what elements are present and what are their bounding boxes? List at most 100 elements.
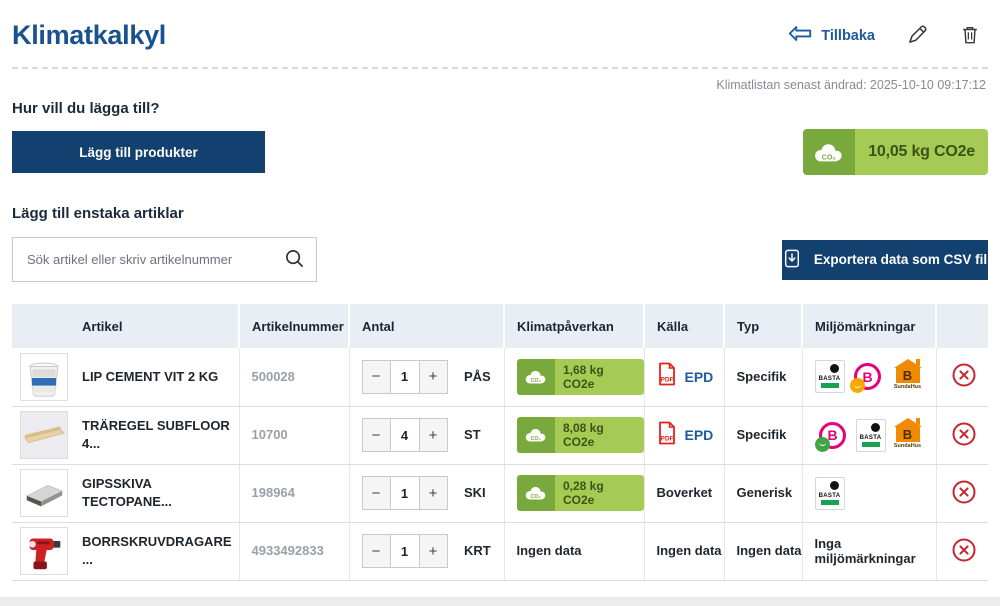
- remove-circle-x-icon: [951, 479, 977, 508]
- product-thumbnail-cell: [12, 522, 74, 580]
- back-arrow-icon: [787, 25, 813, 46]
- unit-label: SKI: [464, 485, 486, 500]
- remove-row-button[interactable]: [951, 362, 977, 391]
- article-number-cell: 4933492833: [239, 522, 349, 580]
- remove-row-button[interactable]: [951, 421, 977, 450]
- epd-source: PDF EPD: [657, 421, 714, 450]
- eco-labels-cell: BASTA: [802, 464, 936, 522]
- download-file-icon: [783, 249, 801, 271]
- type-text: Ingen data: [737, 543, 802, 558]
- co2-badge: CO₂ 0,28 kg CO2e: [517, 475, 644, 511]
- decrease-quantity-button[interactable]: −: [363, 477, 390, 509]
- climate-impact-cell: CO₂ 0,28 kg CO2e: [504, 464, 644, 522]
- header-typ: Typ: [724, 304, 802, 348]
- product-name: BORRSKRUVDRAGARE ...: [82, 534, 232, 567]
- source-text: Ingen data: [657, 543, 722, 558]
- remove-row-button[interactable]: [951, 479, 977, 508]
- articles-table: Artikel Artikelnummer Antal Klimatpåverk…: [12, 304, 988, 581]
- byggvarubedomningen-badge-icon: B: [815, 418, 851, 453]
- back-link[interactable]: Tillbaka: [787, 25, 875, 46]
- article-number-cell: 10700: [239, 406, 349, 464]
- remove-row-button[interactable]: [951, 537, 977, 566]
- edit-button[interactable]: [907, 24, 928, 48]
- epd-link[interactable]: EPD: [685, 427, 714, 443]
- article-number-cell: 500028: [239, 348, 349, 406]
- article-number: 198964: [252, 485, 295, 500]
- eco-labels: Inga miljömärkningar: [815, 536, 936, 566]
- product-name-cell: TRÄREGEL SUBFLOOR 4...: [74, 406, 239, 464]
- increase-quantity-button[interactable]: +: [420, 477, 447, 509]
- product-thumbnail-cell: [12, 406, 74, 464]
- quantity-cell: −4+ ST: [349, 406, 504, 464]
- remove-cell: [936, 406, 988, 464]
- product-name: GIPSSKIVA TECTOPANE...: [82, 476, 172, 509]
- delete-list-button[interactable]: [960, 24, 980, 48]
- table-row: GIPSSKIVA TECTOPANE... 198964 −1+ SKI CO…: [12, 464, 988, 522]
- add-products-button[interactable]: Lägg till produkter: [12, 131, 265, 173]
- total-co2-value: 10,05 kg CO2e: [855, 129, 988, 175]
- search-button[interactable]: [284, 248, 305, 272]
- eco-labels-cell: BASTABBSundaHus: [802, 348, 936, 406]
- decrease-quantity-button[interactable]: −: [363, 361, 390, 393]
- last-changed-timestamp: Klimatlistan senast ändrad: 2025-10-10 0…: [12, 78, 988, 92]
- co2-badge: CO₂ 1,68 kg CO2e: [517, 359, 644, 395]
- search-field: [12, 237, 317, 282]
- type-text: Specifik: [737, 369, 787, 384]
- table-body: LIP CEMENT VIT 2 KG 500028 −1+ PÅS CO₂ 1…: [12, 348, 988, 580]
- article-number-cell: 198964: [239, 464, 349, 522]
- increase-quantity-button[interactable]: +: [420, 361, 447, 393]
- search-icon: [284, 257, 305, 272]
- add-heading: Hur vill du lägga till?: [12, 100, 988, 117]
- quantity-value[interactable]: 1: [390, 477, 420, 509]
- eco-labels-cell: Inga miljömärkningar: [802, 522, 936, 580]
- unit-label: KRT: [464, 543, 491, 558]
- unit-label: ST: [464, 427, 481, 442]
- climate-impact-cell: Ingen data: [504, 522, 644, 580]
- product-name: LIP CEMENT VIT 2 KG: [82, 369, 218, 384]
- quantity-value[interactable]: 1: [390, 361, 420, 393]
- product-thumbnail-cell: [12, 348, 74, 406]
- type-text: Specifik: [737, 427, 787, 442]
- table-row: TRÄREGEL SUBFLOOR 4... 10700 −4+ ST CO₂ …: [12, 406, 988, 464]
- pencil-icon: [907, 24, 928, 48]
- quantity-stepper[interactable]: −1+: [362, 534, 448, 568]
- quantity-value[interactable]: 4: [390, 419, 420, 451]
- eco-labels: BASTABBSundaHus: [815, 359, 936, 394]
- decrease-quantity-button[interactable]: −: [363, 419, 390, 451]
- remove-cell: [936, 348, 988, 406]
- increase-quantity-button[interactable]: +: [420, 419, 447, 451]
- dashed-divider: [12, 67, 988, 69]
- co2-cloud-icon: CO₂: [517, 475, 555, 511]
- sundahus-badge-icon: BSundaHus: [891, 418, 925, 453]
- increase-quantity-button[interactable]: +: [420, 535, 447, 567]
- eco-labels-cell: BBASTABSundaHus: [802, 406, 936, 464]
- export-csv-button[interactable]: Exportera data som CSV fil: [782, 240, 988, 280]
- source-cell: Boverket: [644, 464, 724, 522]
- decrease-quantity-button[interactable]: −: [363, 535, 390, 567]
- svg-text:PDF: PDF: [660, 435, 673, 442]
- quantity-value[interactable]: 1: [390, 535, 420, 567]
- basta-badge-icon: BASTA: [815, 477, 845, 510]
- co2-value: 0,28 kg CO2e: [555, 475, 644, 511]
- product-thumbnail: [20, 353, 68, 401]
- table-row: BORRSKRUVDRAGARE ... 4933492833 −1+ KRT …: [12, 522, 988, 580]
- back-label: Tillbaka: [821, 28, 875, 44]
- single-articles-heading: Lägg till enstaka artiklar: [12, 205, 988, 222]
- header-actions: Tillbaka: [787, 24, 988, 48]
- quantity-stepper[interactable]: −1+: [362, 476, 448, 510]
- climate-impact-cell: CO₂ 1,68 kg CO2e: [504, 348, 644, 406]
- sundahus-badge-icon: BSundaHus: [891, 359, 925, 394]
- remove-circle-x-icon: [951, 537, 977, 566]
- product-thumbnail: [20, 527, 68, 575]
- quantity-stepper[interactable]: −1+: [362, 360, 448, 394]
- co2-cloud-icon: CO₂: [517, 359, 555, 395]
- pdf-icon: PDF: [657, 421, 677, 450]
- quantity-cell: −1+ PÅS: [349, 348, 504, 406]
- quantity-stepper[interactable]: −4+: [362, 418, 448, 452]
- svg-text:PDF: PDF: [660, 377, 673, 384]
- epd-link[interactable]: EPD: [685, 369, 714, 385]
- search-input[interactable]: [12, 237, 317, 282]
- type-cell: Specifik: [724, 406, 802, 464]
- article-number: 500028: [252, 369, 295, 384]
- product-name-cell: BORRSKRUVDRAGARE ...: [74, 522, 239, 580]
